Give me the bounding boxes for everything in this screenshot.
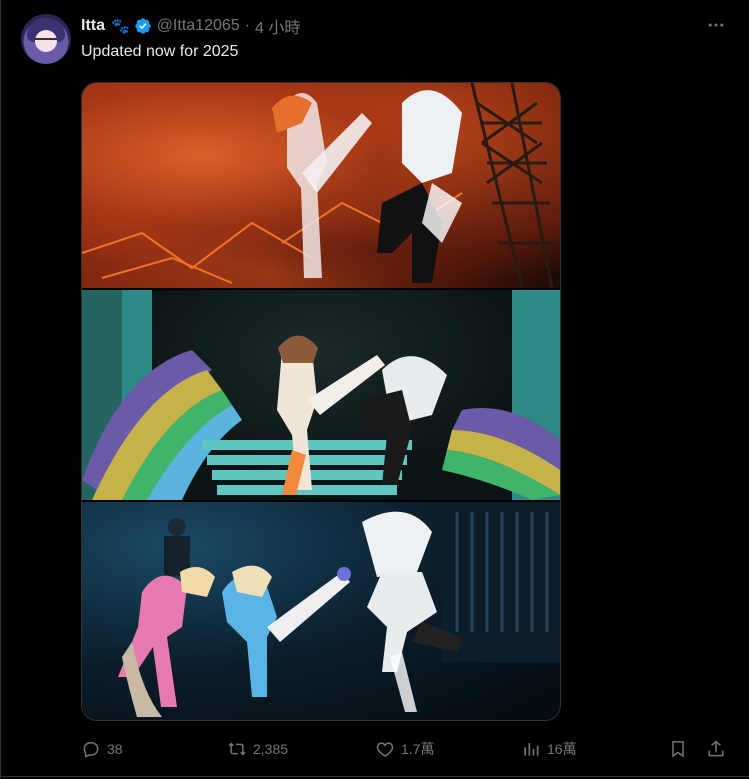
repost-button[interactable]: 2,385 — [227, 735, 288, 763]
tweet-actions: 38 2,385 1.7萬 16萬 — [81, 735, 729, 763]
display-name[interactable]: Itta — [81, 17, 105, 35]
views-icon — [524, 743, 539, 756]
media-image[interactable] — [81, 82, 561, 721]
avatar[interactable] — [21, 14, 71, 64]
view-count: 16萬 — [547, 741, 577, 757]
repost-icon — [228, 742, 246, 756]
user-handle[interactable]: @Itta12065 — [157, 17, 240, 35]
views-button[interactable]: 16萬 — [521, 735, 577, 763]
media-panel-blue-concert — [82, 502, 560, 720]
share-icon — [708, 740, 724, 757]
tweet-header: Itta 🐾 @Itta12065 · 4 小時 — [81, 14, 300, 38]
like-icon — [376, 742, 394, 757]
timeline-divider — [0, 0, 1, 779]
avatar-glasses — [35, 38, 57, 46]
like-count: 1.7萬 — [401, 741, 435, 757]
repost-count: 2,385 — [253, 741, 289, 757]
bookmark-button[interactable] — [668, 735, 688, 763]
paw-emoji: 🐾 — [111, 17, 130, 35]
verified-badge-icon[interactable] — [134, 17, 152, 35]
reply-button[interactable]: 38 — [81, 735, 123, 763]
bookmark-icon — [672, 741, 684, 758]
tweet-text: Updated now for 2025 — [81, 43, 239, 60]
reply-icon — [83, 742, 99, 758]
media-panel-red-stage — [82, 83, 560, 289]
tweet-divider — [0, 776, 749, 777]
timestamp[interactable]: 4 小時 — [255, 14, 300, 38]
share-button[interactable] — [706, 735, 726, 763]
more-icon[interactable] — [705, 14, 727, 36]
like-button[interactable]: 1.7萬 — [375, 735, 434, 763]
reply-count: 38 — [107, 741, 123, 757]
media-panel-teal-stage — [82, 290, 560, 500]
separator-dot: · — [244, 17, 250, 34]
